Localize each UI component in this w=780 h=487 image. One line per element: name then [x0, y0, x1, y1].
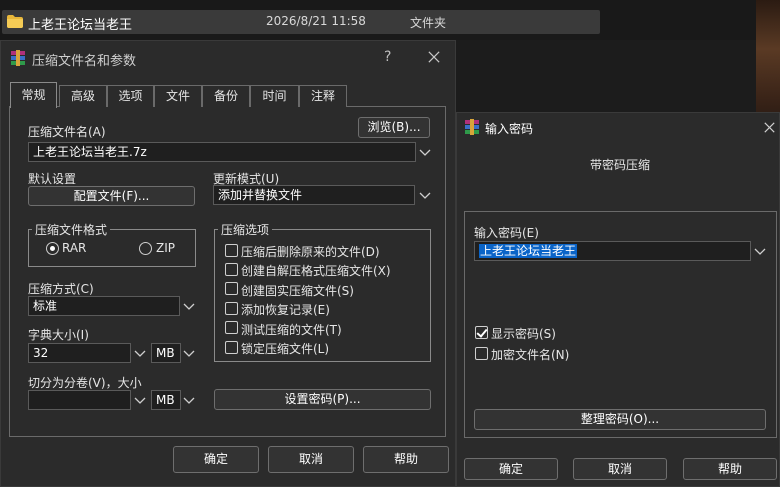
encrypt-names-checkbox[interactable]	[475, 347, 488, 360]
split-unit-select[interactable]: MB	[151, 390, 181, 410]
chevron-down-icon[interactable]	[181, 298, 197, 314]
dict-unit-select[interactable]: MB	[151, 343, 181, 363]
pw-help-button[interactable]: 帮助	[683, 458, 777, 480]
winrar-icon	[11, 50, 25, 66]
format-group-title: 压缩文件格式	[32, 221, 111, 238]
archive-name-input[interactable]: 上老王论坛当老王.7z	[28, 142, 416, 162]
recovery-checkbox[interactable]	[225, 302, 238, 315]
tab-general[interactable]: 常规	[10, 82, 57, 108]
help-icon[interactable]: ?	[384, 49, 391, 65]
profiles-button[interactable]: 配置文件(F)...	[28, 186, 195, 206]
test-checkbox[interactable]	[225, 321, 238, 334]
chevron-down-icon[interactable]	[417, 144, 433, 160]
tab-files[interactable]: 文件	[154, 85, 202, 107]
close-icon[interactable]	[428, 51, 440, 63]
show-password-label: 显示密码(S)	[491, 327, 556, 341]
split-label: 切分为分卷(V)，大小	[28, 376, 142, 390]
rar-radio[interactable]	[46, 242, 59, 255]
chevron-down-icon[interactable]	[417, 187, 433, 203]
pw-ok-button[interactable]: 确定	[464, 458, 558, 480]
cancel-button[interactable]: 取消	[268, 446, 354, 473]
zip-radio[interactable]	[139, 242, 152, 255]
method-label: 压缩方式(C)	[28, 282, 94, 296]
sfx-label: 创建自解压格式压缩文件(X)	[241, 264, 391, 278]
close-icon[interactable]	[764, 122, 775, 133]
default-settings-label: 默认设置	[28, 172, 77, 186]
file-date: 2026/8/21 11:58	[266, 14, 366, 28]
archive-name-label: 压缩文件名(A)	[28, 125, 106, 139]
password-selected-text: 上老王论坛当老王	[479, 244, 578, 258]
file-name: 上老王论坛当老王	[28, 18, 133, 33]
lock-label: 锁定压缩文件(L)	[241, 342, 330, 356]
password-dialog-title: 输入密码	[485, 122, 534, 136]
chevron-down-icon[interactable]	[132, 345, 148, 361]
browse-button[interactable]: 浏览(B)...	[358, 117, 430, 138]
dialog-title: 压缩文件名和参数	[32, 54, 137, 69]
chevron-down-icon[interactable]	[181, 345, 197, 361]
options-group-title: 压缩选项	[218, 221, 273, 238]
show-password-checkbox[interactable]	[475, 326, 488, 339]
chevron-down-icon[interactable]	[132, 392, 148, 408]
recovery-label: 添加恢复记录(E)	[241, 303, 330, 317]
winrar-icon	[465, 119, 479, 135]
delete-after-label: 压缩后删除原来的文件(D)	[241, 245, 380, 259]
chevron-down-icon[interactable]	[752, 243, 768, 259]
tab-backup[interactable]: 备份	[202, 85, 250, 107]
method-select[interactable]: 标准	[28, 296, 180, 316]
dict-label: 字典大小(I)	[28, 328, 89, 342]
chevron-down-icon[interactable]	[181, 392, 197, 408]
lock-checkbox[interactable]	[225, 341, 238, 354]
password-input[interactable]: 上老王论坛当老王	[474, 241, 751, 261]
delete-after-checkbox[interactable]	[225, 244, 238, 257]
encrypt-names-label: 加密文件名(N)	[491, 348, 570, 362]
set-password-button[interactable]: 设置密码(P)...	[214, 389, 431, 410]
ok-button[interactable]: 确定	[173, 446, 259, 473]
pw-cancel-button[interactable]: 取消	[573, 458, 667, 480]
dict-input[interactable]: 32	[28, 343, 131, 363]
help-button[interactable]: 帮助	[363, 446, 449, 473]
tab-time[interactable]: 时间	[250, 85, 299, 107]
zip-label: ZIP	[156, 241, 175, 255]
solid-label: 创建固实压缩文件(S)	[241, 284, 354, 298]
organize-passwords-button[interactable]: 整理密码(O)...	[474, 409, 766, 430]
password-label: 输入密码(E)	[474, 226, 539, 240]
test-label: 测试压缩的文件(T)	[241, 323, 342, 337]
rar-label: RAR	[62, 241, 87, 255]
file-type: 文件夹	[410, 16, 447, 30]
sfx-checkbox[interactable]	[225, 263, 238, 276]
folder-icon	[7, 15, 23, 28]
solid-checkbox[interactable]	[225, 282, 238, 295]
password-heading: 带密码压缩	[590, 158, 651, 172]
tab-comment[interactable]: 注释	[299, 85, 347, 107]
tab-advanced[interactable]: 高级	[59, 85, 107, 107]
update-mode-select[interactable]: 添加并替换文件	[213, 185, 415, 205]
split-input[interactable]	[28, 390, 131, 410]
tab-options[interactable]: 选项	[107, 85, 154, 107]
